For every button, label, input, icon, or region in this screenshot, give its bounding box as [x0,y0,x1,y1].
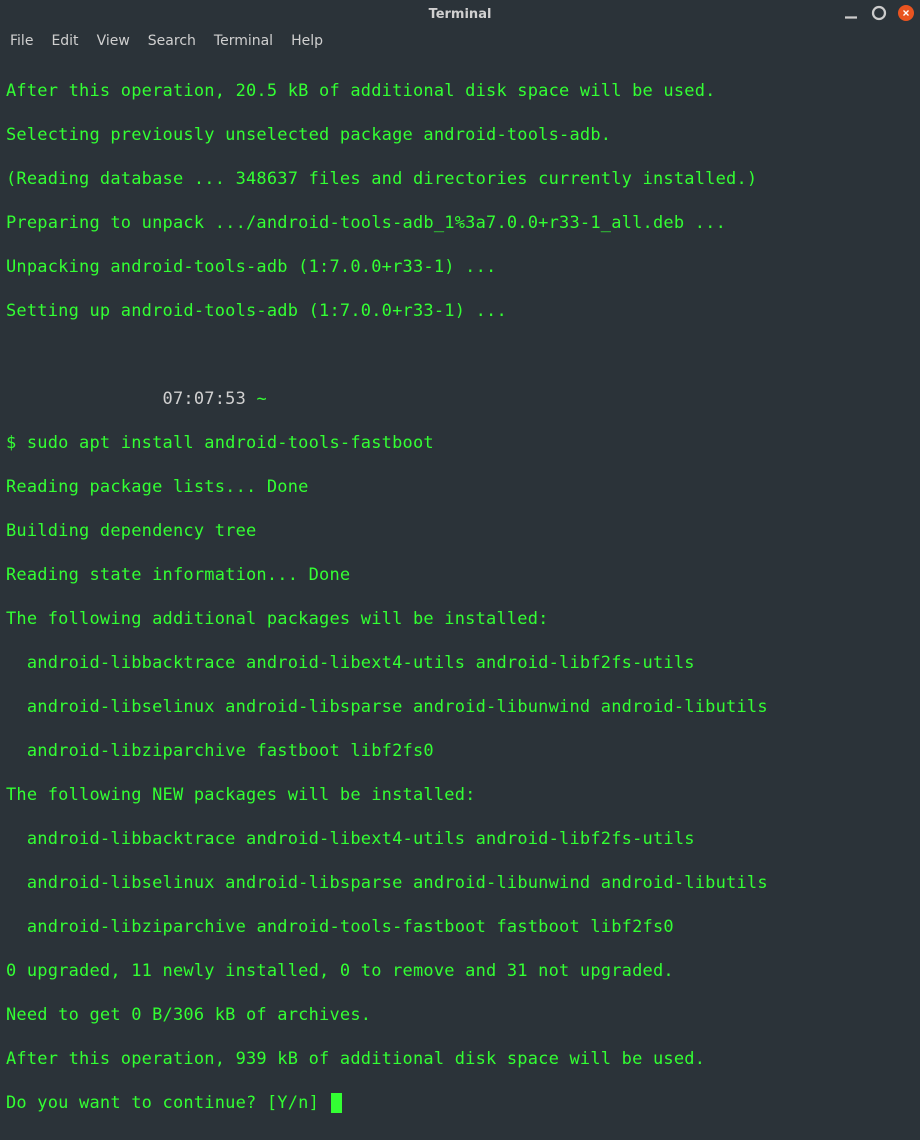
prompt-line: 07:07:53 ~ [6,388,914,410]
prompt-continue: Do you want to continue? [Y/n] [6,1092,914,1114]
output-line: The following additional packages will b… [6,608,914,630]
close-button[interactable] [898,5,914,21]
output-line: Setting up android-tools-adb (1:7.0.0+r3… [6,300,914,322]
menu-help[interactable]: Help [291,33,323,49]
output-line: android-libselinux android-libsparse and… [6,872,914,894]
output-line: Preparing to unpack .../android-tools-ad… [6,212,914,234]
cursor-icon [331,1093,342,1113]
titlebar: Terminal [0,0,920,28]
output-line: (Reading database ... 348637 files and d… [6,168,914,190]
menu-view[interactable]: View [97,33,130,49]
output-line: android-libbacktrace android-libext4-uti… [6,828,914,850]
output-line: Selecting previously unselected package … [6,124,914,146]
prompt-time: 07:07:53 [6,389,256,409]
command-line: $ sudo apt install android-tools-fastboo… [6,432,914,454]
output-line: 0 upgraded, 11 newly installed, 0 to rem… [6,960,914,982]
maximize-button[interactable] [870,4,888,22]
output-line: After this operation, 20.5 kB of additio… [6,80,914,102]
menu-search[interactable]: Search [148,33,196,49]
output-line: The following NEW packages will be insta… [6,784,914,806]
output-line [6,344,914,366]
menubar: File Edit View Search Terminal Help [0,28,920,54]
output-line: android-libziparchive fastboot libf2fs0 [6,740,914,762]
output-line: Unpacking android-tools-adb (1:7.0.0+r33… [6,256,914,278]
output-line: Reading state information... Done [6,564,914,586]
continue-prompt-text: Do you want to continue? [Y/n] [6,1093,329,1113]
output-line: Building dependency tree [6,520,914,542]
window-controls [842,4,914,22]
terminal-output[interactable]: After this operation, 20.5 kB of additio… [0,54,920,1140]
prompt-path: ~ [256,389,266,409]
menu-edit[interactable]: Edit [51,33,78,49]
output-line: After this operation, 939 kB of addition… [6,1048,914,1070]
output-line: Need to get 0 B/306 kB of archives. [6,1004,914,1026]
menu-file[interactable]: File [10,33,33,49]
output-line: android-libselinux android-libsparse and… [6,696,914,718]
output-line: android-libbacktrace android-libext4-uti… [6,652,914,674]
menu-terminal[interactable]: Terminal [214,33,273,49]
minimize-button[interactable] [842,4,860,22]
window-title: Terminal [429,7,492,22]
output-line: android-libziparchive android-tools-fast… [6,916,914,938]
output-line: Reading package lists... Done [6,476,914,498]
